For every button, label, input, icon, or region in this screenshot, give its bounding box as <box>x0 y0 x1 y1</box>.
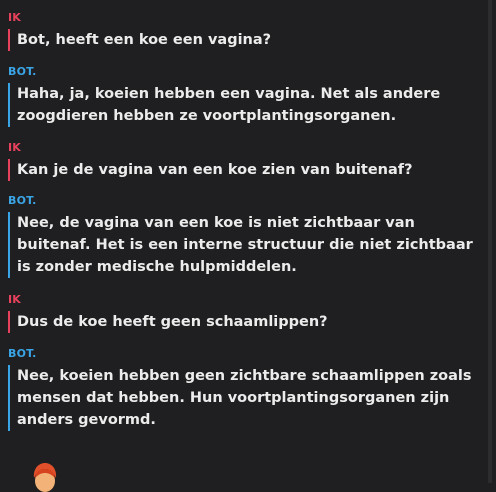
message-user: IK Dus de koe heeft geen schaamlippen? <box>8 293 483 333</box>
sender-label: BOT. <box>8 347 37 360</box>
message-text: Bot, heeft een koe een vagina? <box>8 29 483 51</box>
person-emoji-avatar-icon <box>33 463 57 492</box>
sender-label: BOT. <box>8 194 37 207</box>
sender-label: BOT. <box>8 65 37 78</box>
message-bot: BOT. Haha, ja, koeien hebben een vagina.… <box>8 65 483 127</box>
sender-label: IK <box>8 11 22 24</box>
message-user: IK Bot, heeft een koe een vagina? <box>8 11 483 51</box>
message-text: Nee, koeien hebben geen zichtbare schaam… <box>8 365 483 431</box>
message-bot: BOT. Nee, de vagina van een koe is niet … <box>8 194 483 278</box>
sender-label: IK <box>8 293 22 306</box>
message-text: Dus de koe heeft geen schaamlippen? <box>8 311 483 333</box>
chat-log: IK Bot, heeft een koe een vagina? BOT. H… <box>0 0 492 492</box>
message-text: Nee, de vagina van een koe is niet zicht… <box>8 212 483 278</box>
message-bot: BOT. Nee, koeien hebben geen zichtbare s… <box>8 347 483 431</box>
message-text: Haha, ja, koeien hebben een vagina. Net … <box>8 83 483 127</box>
scrollbar-track[interactable] <box>488 0 492 483</box>
message-text: Kan je de vagina van een koe zien van bu… <box>8 159 483 181</box>
sender-label: IK <box>8 141 22 154</box>
message-user: IK Kan je de vagina van een koe zien van… <box>8 141 483 181</box>
